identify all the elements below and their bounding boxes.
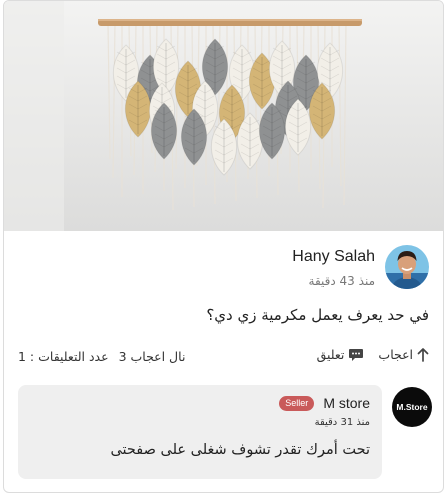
macrame-illustration [4,1,443,231]
post-author: Hany Salah منذ 43 دقيقة [292,245,429,289]
post-actions: اعجاب تعليق [317,347,429,362]
seller-badge: Seller [279,395,315,411]
post-timestamp: منذ 43 دقيقة [308,273,375,288]
comments-count[interactable]: عدد التعليقات : 1 [18,349,109,364]
arrow-up-icon [417,347,429,362]
post-image[interactable] [4,1,443,231]
comment-bubble: M store Seller منذ 31 دقيقة تحت أمرك تقد… [18,385,382,479]
author-avatar[interactable] [385,245,429,289]
speech-bubble-icon [348,348,364,362]
comment-item: M.Store M store Seller منذ 31 دقيقة تحت … [18,385,432,479]
like-button[interactable]: اعجاب [378,347,429,362]
post-card: Hany Salah منذ 43 دقيقة في حد يعرف يعمل … [3,0,444,493]
author-name[interactable]: Hany Salah [292,247,375,267]
comment-text: تحت أمرك تقدر تشوف شغلى على صفحتى [110,442,370,458]
post-counts: نال اعجاب 3 عدد التعليقات : 1 [18,349,185,364]
post-stats-bar: اعجاب تعليق نال اعجاب 3 عدد التعليقات : … [4,347,443,369]
comment-timestamp: منذ 31 دقيقة [314,417,370,428]
commenter-name[interactable]: M store [323,395,370,411]
comment-label: تعليق [316,347,345,362]
avatar-image [385,245,429,289]
commenter-avatar[interactable]: M.Store [392,387,432,427]
like-label: اعجاب [378,347,413,362]
post-text: في حد يعرف يعمل مكرمية زي دي؟ [206,306,429,324]
comment-button[interactable]: تعليق [317,347,365,362]
likes-count[interactable]: نال اعجاب 3 [119,349,186,364]
